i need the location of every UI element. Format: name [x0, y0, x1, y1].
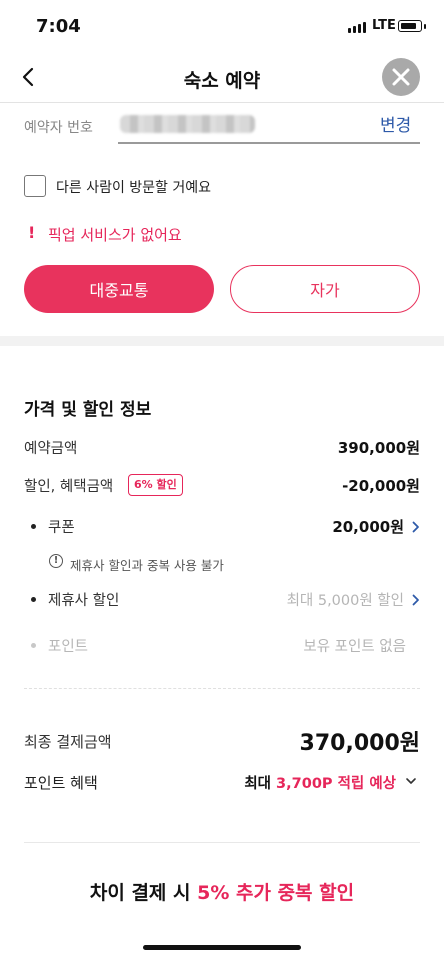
booking-amount-value: 390,000원 — [337, 439, 420, 457]
own-car-button[interactable]: 자가 — [230, 265, 420, 313]
booking-amount-label: 예약금액 — [24, 441, 78, 457]
phone-underline — [118, 142, 420, 144]
change-phone-button[interactable]: 변경 — [380, 111, 411, 136]
coupon-amount: 20,000원 — [332, 518, 404, 536]
phone-label: 예약자 번호 — [24, 120, 93, 136]
final-amount-label: 최종 결제금액 — [24, 733, 112, 751]
phone-number-field[interactable] — [120, 115, 255, 133]
point-value: 보유 포인트 없음 — [303, 639, 406, 655]
partner-discount-label: 제휴사 할인 — [48, 593, 120, 609]
public-transit-button[interactable]: 대중교통 — [24, 265, 214, 313]
home-indicator — [143, 945, 301, 950]
coupon-note: 제휴사 할인과 중복 사용 불가 — [70, 558, 224, 573]
section-divider — [0, 336, 444, 346]
chevron-right-icon — [412, 521, 419, 532]
info-icon: ! — [49, 554, 63, 568]
price-section-title: 가격 및 할인 정보 — [24, 400, 152, 420]
network-type: LTE — [372, 18, 396, 33]
bullet-icon — [31, 524, 36, 529]
battery-tip — [424, 24, 426, 29]
point-benefit-label: 포인트 혜택 — [24, 774, 98, 792]
page-title: 숙소 예약 — [183, 70, 261, 92]
status-bar: 7:04 LTE — [0, 0, 444, 52]
bullet-icon — [31, 597, 36, 602]
point-benefit-points: 3,700P 적립 예상 — [276, 776, 396, 792]
coupon-row[interactable]: 20,000원 — [332, 516, 420, 537]
bullet-icon — [31, 643, 36, 648]
coupon-label: 쿠폰 — [48, 520, 75, 536]
final-amount-value: 370,000원 — [299, 731, 420, 756]
exclamation-icon: ! — [28, 223, 36, 242]
dashed-divider — [24, 688, 420, 689]
discount-label: 할인, 혜택금액 — [24, 479, 114, 495]
point-benefit-value[interactable]: 최대 3,700P 적립 예상 — [244, 772, 396, 793]
partner-discount-row[interactable]: 최대 5,000원 할인 — [287, 589, 420, 610]
chevron-down-icon[interactable] — [405, 775, 417, 787]
other-visitor-label[interactable]: 다른 사람이 방문할 거예요 — [56, 177, 211, 197]
point-label: 포인트 — [48, 639, 89, 655]
signal-icon — [348, 22, 366, 33]
divider — [24, 842, 420, 843]
promo-prefix: 차이 결제 시 — [89, 882, 198, 904]
close-icon — [392, 68, 410, 86]
battery-icon — [398, 20, 422, 32]
status-time: 7:04 — [36, 16, 81, 37]
discount-amount: -20,000원 — [342, 477, 420, 495]
point-benefit-prefix: 최대 — [244, 776, 277, 792]
close-button[interactable] — [382, 58, 420, 96]
other-visitor-checkbox[interactable] — [24, 175, 46, 197]
chevron-right-icon — [412, 594, 419, 605]
discount-badge: 6% 할인 — [128, 474, 183, 496]
header-divider — [0, 102, 444, 103]
chai-promo-banner: 차이 결제 시 5% 추가 중복 할인 — [0, 878, 444, 905]
pickup-notice: 픽업 서비스가 없어요 — [48, 226, 182, 244]
promo-highlight: 5% 추가 중복 할인 — [197, 882, 355, 904]
partner-discount-value: 최대 5,000원 할인 — [286, 593, 404, 609]
